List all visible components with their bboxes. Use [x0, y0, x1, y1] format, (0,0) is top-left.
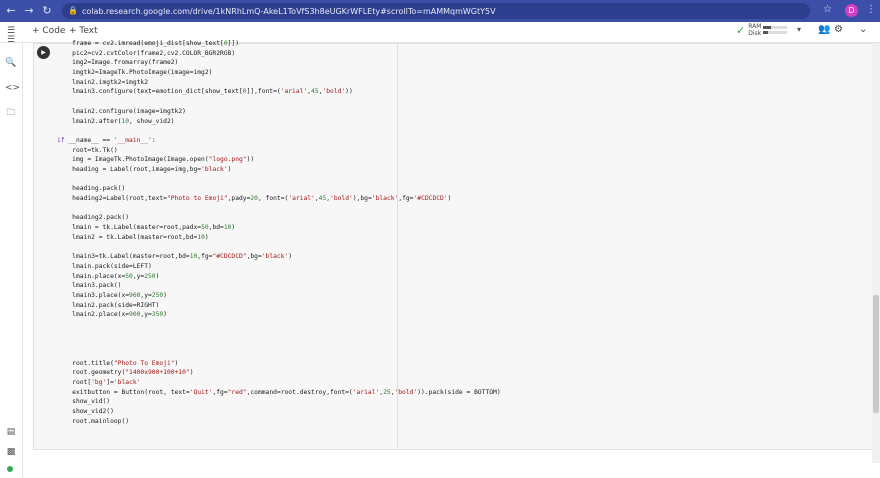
add-text-button[interactable]: + Text [69, 26, 98, 36]
runtime-status-dot [7, 466, 13, 472]
collapse-chevron-icon[interactable]: ⌄ [859, 24, 867, 35]
code-line[interactable]: root.mainloop() [57, 417, 857, 427]
disk-label: Disk [748, 30, 762, 37]
ram-bar [763, 26, 788, 29]
url-text[interactable]: colab.research.google.com/drive/1kNRhLmQ… [82, 7, 496, 16]
code-line[interactable]: lmain3.configure(text=emotion_dict[show_… [57, 87, 857, 97]
address-bar[interactable]: 🔒 colab.research.google.com/drive/1kNRhL… [62, 3, 810, 19]
code-line[interactable]: ​ [57, 339, 857, 349]
code-line[interactable]: img2=Image.fromarray(frame2) [57, 58, 857, 68]
search-icon[interactable]: 🔍 [5, 57, 17, 69]
code-line[interactable]: lmain.place(x=50,y=250) [57, 272, 857, 282]
disk-bar-fill [763, 31, 769, 34]
code-line[interactable]: root.title("Photo To Emoji") [57, 359, 857, 369]
reload-icon[interactable]: ↻ [40, 4, 54, 18]
resource-monitor[interactable]: ✓ RAM Disk [736, 23, 788, 37]
code-line[interactable]: root=tk.Tk() [57, 146, 857, 156]
ram-label: RAM [748, 23, 762, 30]
settings-gear-icon[interactable]: ⚙ [834, 24, 843, 35]
scrollbar-thumb[interactable] [873, 295, 879, 413]
code-line[interactable]: heading = Label(root,image=img,bg='black… [57, 165, 857, 175]
code-line[interactable]: ​ [57, 175, 857, 185]
connected-check-icon: ✓ [736, 23, 746, 37]
code-line[interactable]: lmain.pack(side=LEFT) [57, 262, 857, 272]
code-line[interactable]: heading2.pack() [57, 213, 857, 223]
code-line[interactable]: lmain2.place(x=900,y=350) [57, 310, 857, 320]
run-cell-button[interactable]: ▶ [37, 46, 50, 59]
code-line[interactable]: ​ [57, 126, 857, 136]
code-line[interactable]: heading.pack() [57, 184, 857, 194]
command-palette-icon[interactable]: ▤ [5, 426, 17, 438]
code-line[interactable]: ​ [57, 204, 857, 214]
code-line[interactable]: ​ [57, 349, 857, 359]
code-line[interactable]: show_vid() [57, 397, 857, 407]
code-line[interactable]: img = ImageTk.PhotoImage(Image.open("log… [57, 155, 857, 165]
back-arrow-icon[interactable]: ← [4, 4, 18, 18]
lock-icon: 🔒 [68, 6, 78, 15]
code-line[interactable]: imgtk2=ImageTk.PhotoImage(image=img2) [57, 68, 857, 78]
profile-avatar[interactable]: D [845, 4, 858, 17]
code-line[interactable]: frame = cv2.imread(emoji_dist[show_text[… [57, 39, 857, 49]
code-line[interactable]: ​ [57, 242, 857, 252]
bookmark-star-icon[interactable]: ☆ [823, 4, 832, 15]
code-line[interactable]: lmain3.place(x=960,y=250) [57, 291, 857, 301]
code-line[interactable]: lmain2.imgtk2=imgtk2 [57, 78, 857, 88]
code-line[interactable]: root.geometry("1400x900+100+10") [57, 368, 857, 378]
code-line[interactable]: lmain3.pack() [57, 281, 857, 291]
runtime-dropdown-icon[interactable]: ▾ [797, 25, 801, 34]
code-line[interactable]: root['bg']='black' [57, 378, 857, 388]
code-line[interactable]: ​ [57, 330, 857, 340]
add-code-button[interactable]: + Code [32, 26, 65, 36]
code-line[interactable]: lmain2.configure(image=imgtk2) [57, 107, 857, 117]
code-line[interactable]: ​ [57, 97, 857, 107]
code-editor[interactable]: frame = cv2.imread(emoji_dist[show_text[… [57, 39, 857, 444]
code-snippets-icon[interactable]: <> [5, 82, 20, 94]
code-line[interactable]: if __name__ == '__main__': [57, 136, 857, 146]
code-line[interactable]: lmain = tk.Label(master=root,padx=50,bd=… [57, 223, 857, 233]
browser-menu-icon[interactable]: ⋮ [866, 4, 876, 15]
ram-bar-fill [763, 26, 771, 29]
code-line[interactable]: lmain2 = tk.Label(master=root,bd=10) [57, 233, 857, 243]
table-of-contents-icon[interactable]: ☰ [5, 34, 17, 46]
disk-bar [763, 31, 788, 34]
code-line[interactable]: heading2=Label(root,text="Photo to Emoji… [57, 194, 857, 204]
code-line[interactable]: lmain3=tk.Label(master=root,bd=10,fg="#C… [57, 252, 857, 262]
terminal-icon[interactable]: ▩ [5, 446, 17, 458]
files-folder-icon[interactable]: 🗀 [5, 107, 17, 119]
code-line[interactable]: show_vid2() [57, 407, 857, 417]
code-line[interactable]: lmain2.pack(side=RIGHT) [57, 301, 857, 311]
code-line[interactable]: pic2=cv2.cvtColor(frame2,cv2.COLOR_BGR2R… [57, 49, 857, 59]
code-line[interactable]: ​ [57, 320, 857, 330]
share-people-icon[interactable]: 👥 [818, 24, 830, 35]
forward-arrow-icon[interactable]: → [22, 4, 36, 18]
code-line[interactable]: exitbutton = Button(root, text='Quit',fg… [57, 388, 857, 398]
code-line[interactable]: lmain2.after(10, show_vid2) [57, 117, 857, 127]
